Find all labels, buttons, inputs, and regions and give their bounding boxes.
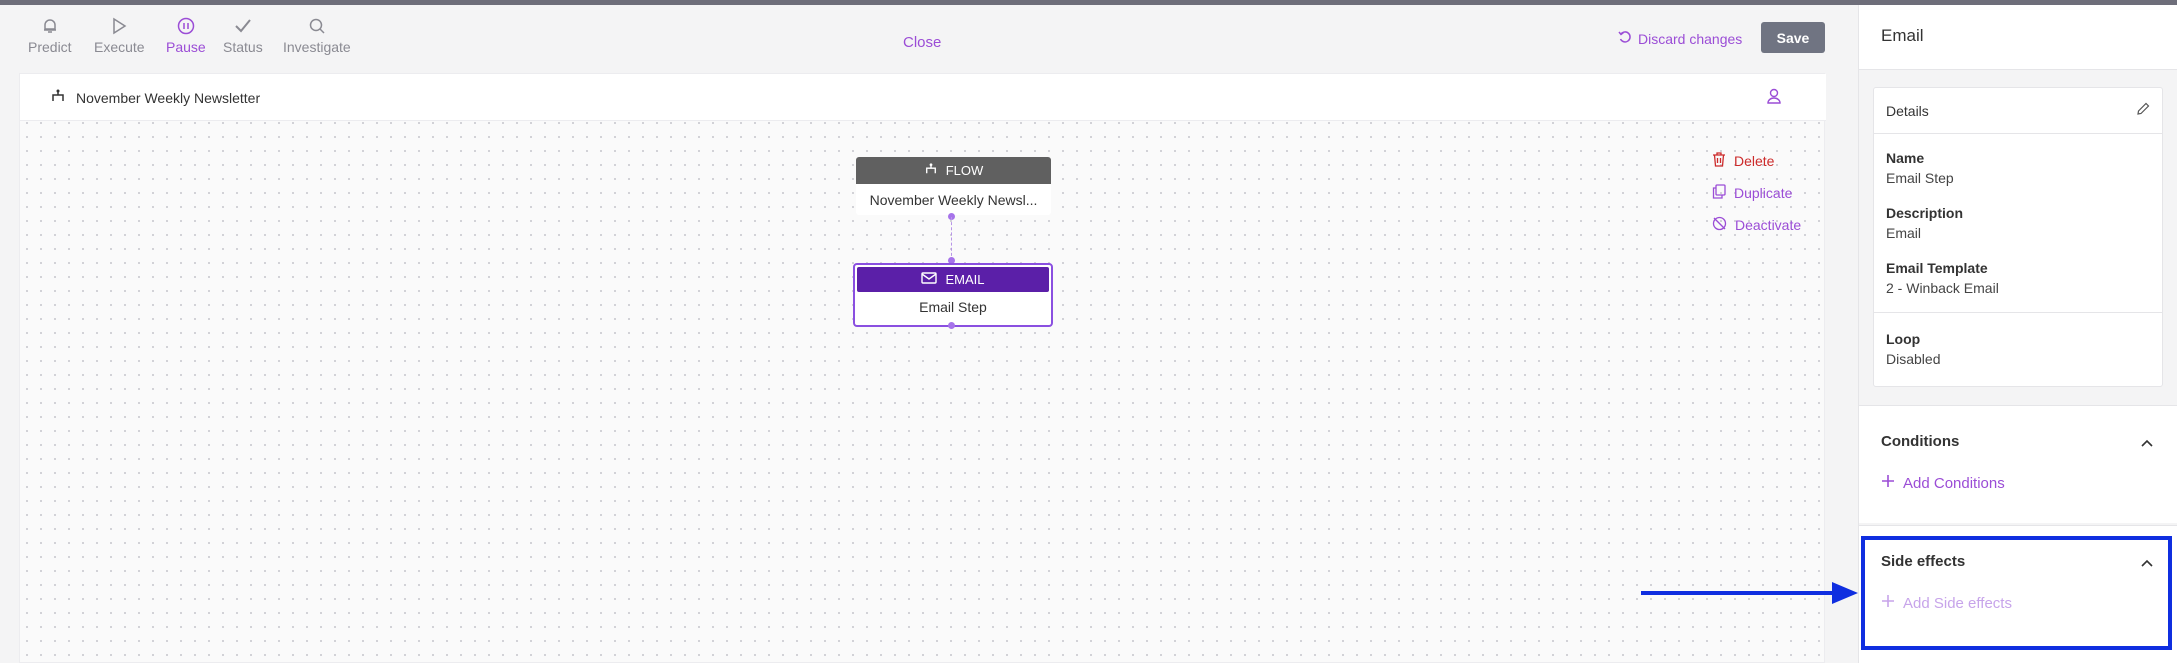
- connector-handle[interactable]: [948, 322, 955, 329]
- execute-button[interactable]: Execute: [94, 17, 145, 55]
- bell-icon: [28, 17, 72, 37]
- field-value: 2 - Winback Email: [1886, 280, 1999, 296]
- flow-node-type: FLOW: [945, 163, 984, 178]
- deactivate-label: Deactivate: [1735, 217, 1802, 233]
- field-label: Loop: [1886, 331, 1921, 347]
- edit-icon[interactable]: [2136, 102, 2150, 119]
- predict-label: Predict: [28, 39, 72, 55]
- status-button[interactable]: Status: [223, 17, 263, 55]
- discard-label: Discard changes: [1638, 30, 1743, 47]
- investigate-button[interactable]: Investigate: [283, 17, 351, 55]
- chevron-up-icon[interactable]: [2141, 434, 2153, 452]
- pause-button[interactable]: Pause: [166, 17, 206, 55]
- discard-changes-button[interactable]: Discard changes: [1618, 30, 1742, 47]
- node-actions: Delete Duplicate Deactivate: [1712, 145, 1801, 241]
- flow-node-name: November Weekly Newsl...: [869, 191, 1038, 208]
- trash-icon: [1712, 152, 1726, 170]
- plus-icon: [1881, 474, 1895, 492]
- investigate-label: Investigate: [283, 39, 351, 55]
- execute-label: Execute: [94, 39, 145, 55]
- details-header: Details: [1874, 88, 2162, 134]
- details-card: Details Name Email Step Description Emai…: [1873, 87, 2163, 387]
- add-conditions-button[interactable]: Add Conditions: [1881, 474, 2005, 492]
- flow-canvas[interactable]: November Weekly Newsletter FLOW November…: [19, 73, 1826, 663]
- name-field: Name Email Step: [1874, 150, 2162, 186]
- pause-label: Pause: [166, 39, 206, 55]
- node-connector: [951, 217, 952, 261]
- details-fields: Name Email Step Description Email Email …: [1874, 134, 2162, 367]
- conditions-section: Conditions Add Conditions: [1859, 405, 2177, 523]
- user-icon[interactable]: [1767, 88, 1781, 109]
- duplicate-button[interactable]: Duplicate: [1712, 177, 1801, 209]
- delete-button[interactable]: Delete: [1712, 145, 1801, 177]
- flow-node[interactable]: FLOW November Weekly Newsl...: [856, 157, 1051, 215]
- flow-node-header: FLOW: [856, 157, 1051, 184]
- conditions-title: Conditions: [1881, 433, 1960, 450]
- panel-title: Email: [1881, 26, 1924, 45]
- field-value: Disabled: [1886, 351, 1941, 367]
- field-value: Email: [1886, 225, 1922, 241]
- highlight-box: [1861, 536, 2172, 650]
- flow-title-text: November Weekly Newsletter: [76, 89, 261, 106]
- email-node-header: EMAIL: [857, 267, 1049, 292]
- undo-icon: [1618, 30, 1632, 47]
- close-link[interactable]: Close: [903, 34, 941, 51]
- flow-icon: [924, 163, 938, 178]
- pointer-arrow-head: [1832, 582, 1858, 604]
- search-icon: [283, 17, 351, 37]
- email-node-name: Email Step: [919, 298, 987, 315]
- panel-header: Email: [1859, 5, 2177, 70]
- copy-icon: [1712, 184, 1726, 202]
- loop-field: Loop Disabled: [1874, 331, 2162, 367]
- details-title: Details: [1886, 102, 1929, 119]
- flow-editor: Predict Execute Pause Status Investigate: [0, 5, 1858, 663]
- toolbar: Predict Execute Pause Status Investigate: [0, 5, 1858, 65]
- mail-icon: [921, 272, 938, 287]
- deactivate-button[interactable]: Deactivate: [1712, 209, 1801, 241]
- duplicate-label: Duplicate: [1734, 185, 1793, 201]
- description-field: Description Email: [1874, 205, 2162, 241]
- field-label: Name: [1886, 150, 1925, 166]
- flow-icon: [50, 89, 66, 106]
- check-icon: [223, 17, 263, 37]
- predict-button[interactable]: Predict: [28, 17, 72, 55]
- play-icon: [94, 17, 145, 37]
- flow-header: November Weekly Newsletter: [20, 74, 1826, 121]
- email-node-type: EMAIL: [945, 272, 985, 287]
- email-node[interactable]: EMAIL Email Step: [853, 263, 1053, 327]
- flow-title: November Weekly Newsletter: [50, 89, 260, 106]
- pointer-arrow: [1641, 591, 1836, 595]
- field-label: Description: [1886, 205, 1964, 221]
- status-label: Status: [223, 39, 263, 55]
- field-label: Email Template: [1886, 260, 1988, 276]
- deactivate-icon: [1712, 216, 1727, 234]
- delete-label: Delete: [1734, 153, 1775, 169]
- divider: [1874, 312, 2162, 313]
- save-button[interactable]: Save: [1761, 22, 1825, 53]
- field-value: Email Step: [1886, 170, 1954, 186]
- add-conditions-label: Add Conditions: [1903, 474, 2005, 492]
- email-template-field: Email Template 2 - Winback Email: [1874, 260, 2162, 296]
- pause-icon: [166, 17, 206, 37]
